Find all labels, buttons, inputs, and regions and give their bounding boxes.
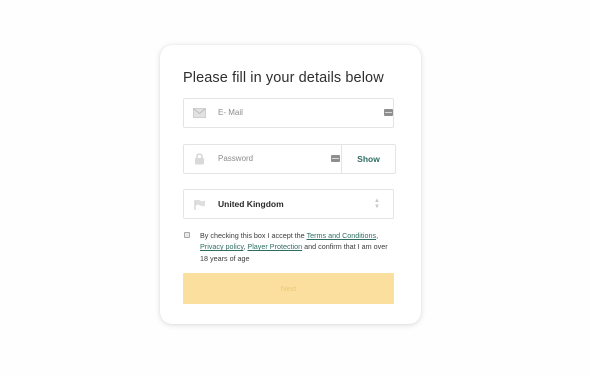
keyboard-icon[interactable] xyxy=(331,155,340,162)
page: Please fill in your details below E- Mai… xyxy=(0,0,590,376)
email-field[interactable]: E- Mail xyxy=(183,98,394,128)
keyboard-icon[interactable] xyxy=(384,109,393,116)
lock-icon xyxy=(193,153,206,165)
show-password-button[interactable]: Show xyxy=(341,144,396,174)
flag-icon xyxy=(193,198,206,210)
player-protection-link[interactable]: Player Protection xyxy=(247,242,302,251)
registration-card: Please fill in your details below E- Mai… xyxy=(160,45,421,324)
envelope-icon xyxy=(193,107,206,119)
country-select[interactable]: United Kingdom ▲ ▼ xyxy=(183,189,394,219)
terms-link[interactable]: Terms and Conditions xyxy=(307,231,377,240)
chevron-updown-icon: ▲ ▼ xyxy=(374,198,380,210)
email-placeholder: E- Mail xyxy=(218,108,243,117)
next-button[interactable]: Next xyxy=(183,273,394,304)
consent-text: By checking this box I accept the Terms … xyxy=(200,230,396,264)
consent-comma: , xyxy=(376,231,379,240)
consent-prefix: By checking this box I accept the xyxy=(200,231,305,240)
form-title: Please fill in your details below xyxy=(183,70,384,86)
privacy-link[interactable]: Privacy policy xyxy=(200,242,243,251)
consent-block: By checking this box I accept the Terms … xyxy=(183,230,394,270)
password-field[interactable]: Password Show xyxy=(183,144,396,174)
country-value: United Kingdom xyxy=(218,199,284,209)
password-placeholder: Password xyxy=(218,154,254,163)
consent-comma: , xyxy=(243,242,246,252)
consent-checkbox[interactable] xyxy=(184,232,190,238)
